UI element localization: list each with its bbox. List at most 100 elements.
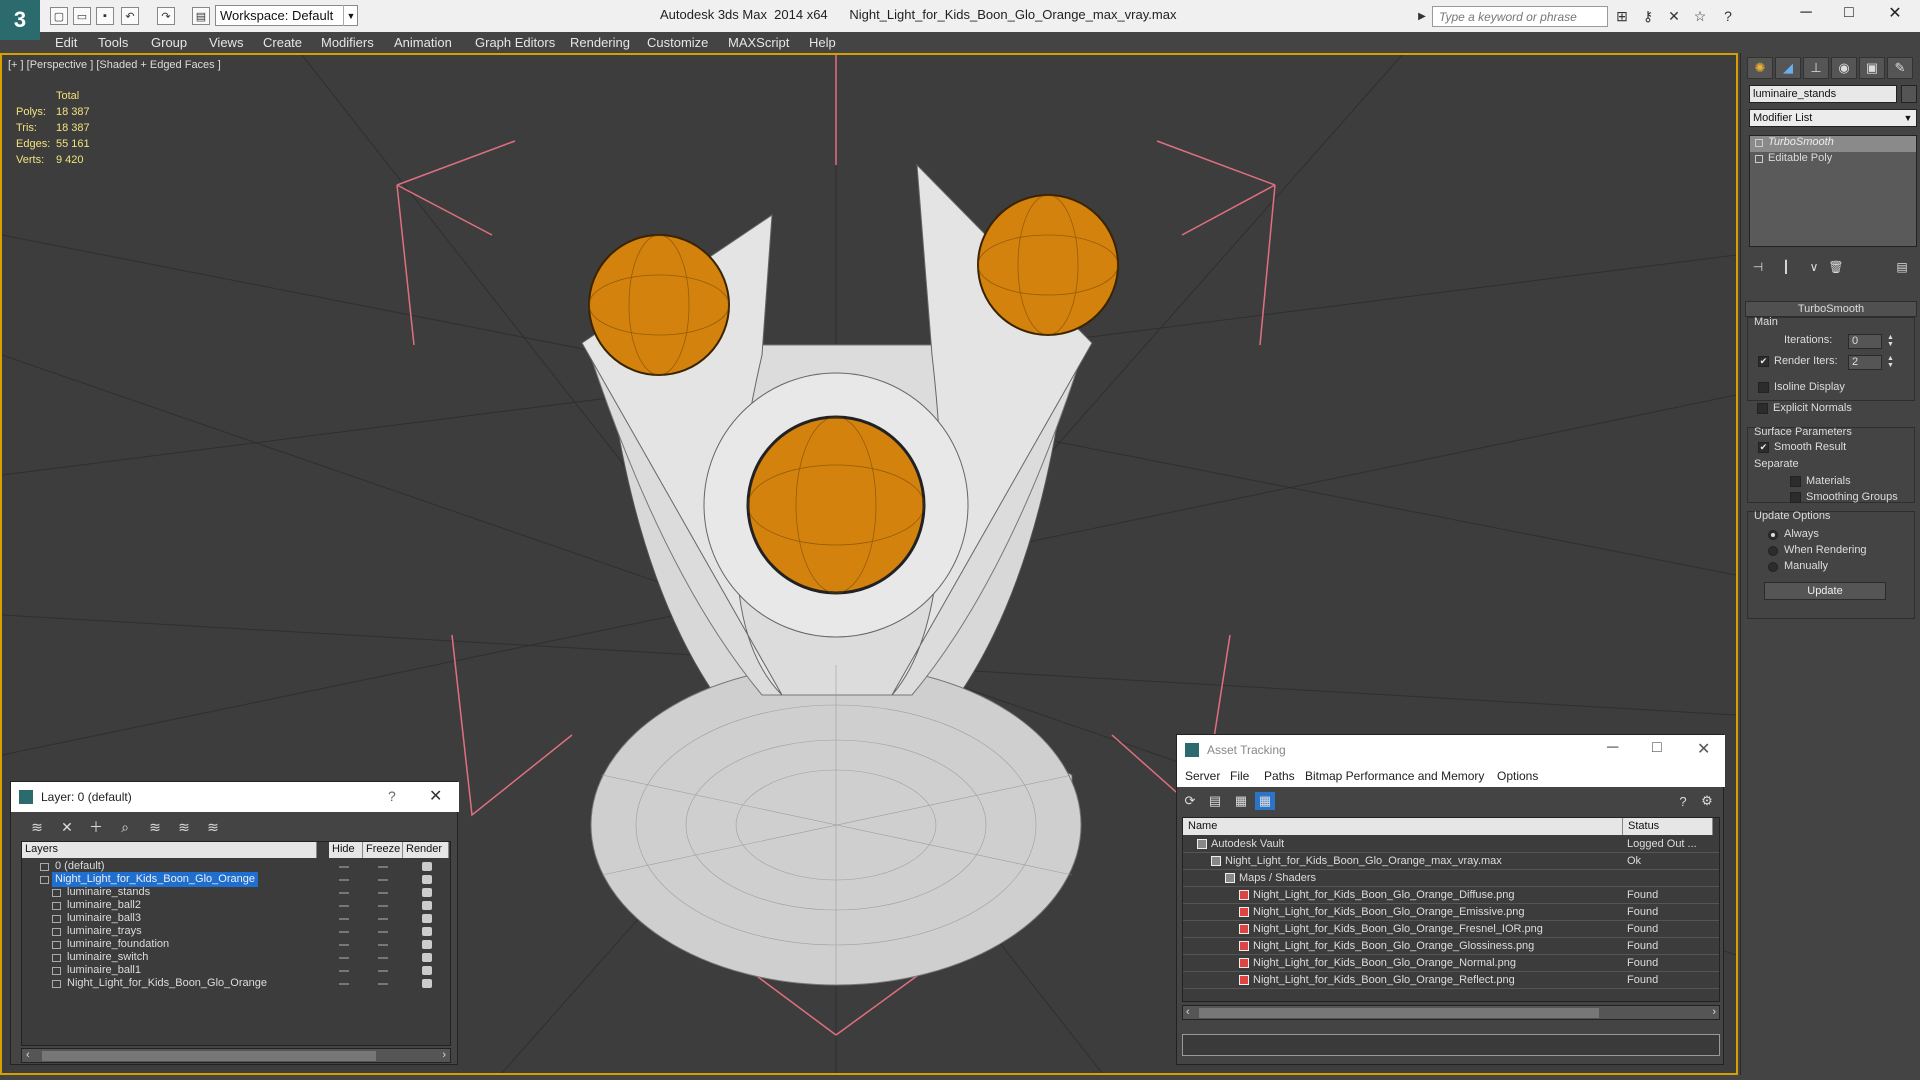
horizontal-scrollbar[interactable]: ‹ ›	[21, 1048, 451, 1063]
help-icon[interactable]: ?	[1718, 7, 1738, 25]
hide-toggle[interactable]	[339, 918, 349, 920]
asset-name[interactable]: Night_Light_for_Kids_Boon_Glo_Orange_Ref…	[1253, 974, 1515, 986]
scroll-right-icon[interactable]: ›	[442, 1049, 446, 1061]
render-teapot-icon[interactable]	[422, 953, 432, 962]
asset-name[interactable]: Night_Light_for_Kids_Boon_Glo_Orange_Fre…	[1253, 923, 1543, 935]
save-icon[interactable]: ▪	[96, 7, 114, 25]
layer-row[interactable]: Night_Light_for_Kids_Boon_Glo_Orange	[22, 976, 450, 992]
freeze-toggle[interactable]	[378, 957, 388, 959]
asset-menu-file[interactable]: File	[1230, 769, 1249, 783]
delete-layer-icon[interactable]: ✕	[57, 818, 77, 836]
layers-icon[interactable]: ≋	[27, 818, 47, 836]
col-freeze[interactable]: Freeze	[363, 842, 403, 858]
project-folder-icon[interactable]: ▤	[192, 7, 210, 25]
create-tab-icon[interactable]: ✺	[1747, 57, 1773, 79]
stack-item-turbosmooth[interactable]: TurboSmooth	[1750, 136, 1916, 152]
horizontal-scrollbar[interactable]: ‹ ›	[1182, 1005, 1720, 1020]
menu-maxscript[interactable]: MAXScript	[728, 35, 789, 50]
hide-toggle[interactable]	[339, 931, 349, 933]
hide-toggle[interactable]	[339, 970, 349, 972]
render-teapot-icon[interactable]	[422, 966, 432, 975]
asset-menu-options[interactable]: Options	[1497, 769, 1538, 783]
iterations-spinner[interactable]: 0	[1848, 334, 1882, 349]
list-view-icon[interactable]: ▤	[1205, 792, 1225, 810]
refresh-icon[interactable]: ⟳	[1180, 792, 1200, 810]
menu-graph-editors[interactable]: Graph Editors	[475, 35, 555, 50]
search-input[interactable]: Type a keyword or phrase	[1432, 6, 1608, 27]
scroll-thumb[interactable]	[42, 1051, 376, 1061]
freeze-toggle[interactable]	[378, 983, 388, 985]
expand-icon[interactable]	[1755, 155, 1763, 163]
hide-toggle[interactable]	[339, 905, 349, 907]
add-to-layer-icon[interactable]: ＋	[86, 818, 106, 836]
menu-help[interactable]: Help	[809, 35, 836, 50]
show-end-result-icon[interactable]: ┃	[1775, 257, 1797, 277]
star-icon[interactable]: ☆	[1690, 7, 1710, 25]
col-name[interactable]: Name	[1183, 818, 1623, 835]
freeze-toggle[interactable]	[378, 931, 388, 933]
freeze-toggle[interactable]	[378, 970, 388, 972]
render-teapot-icon[interactable]	[422, 927, 432, 936]
render-teapot-icon[interactable]	[422, 914, 432, 923]
help-icon[interactable]: ?	[388, 788, 396, 804]
asset-menu-bitmap[interactable]: Bitmap Performance and Memory	[1305, 769, 1484, 783]
settings-icon[interactable]: ⚙	[1697, 792, 1717, 810]
highlight-layer-icon[interactable]: ≋	[145, 818, 165, 836]
help-icon[interactable]: ?	[1673, 792, 1693, 810]
smooth-result-checkbox[interactable]: ✔	[1758, 442, 1769, 453]
menu-views[interactable]: Views	[209, 35, 243, 50]
update-button[interactable]: Update	[1764, 582, 1886, 600]
render-iters-checkbox[interactable]: ✔	[1758, 356, 1769, 367]
hide-toggle[interactable]	[339, 892, 349, 894]
close-icon[interactable]: ✕	[429, 786, 442, 806]
key-icon[interactable]: ⚷	[1638, 7, 1658, 25]
smoothing-groups-checkbox[interactable]	[1790, 492, 1801, 503]
modifier-stack[interactable]: TurboSmooth Editable Poly	[1749, 135, 1917, 247]
asset-menu-server[interactable]: Server	[1185, 769, 1220, 783]
asset-row[interactable]: Maps / Shaders	[1183, 870, 1719, 887]
lightbulb-icon[interactable]	[1755, 139, 1763, 147]
remove-modifier-icon[interactable]: 🗑	[1825, 257, 1847, 277]
hierarchy-tab-icon[interactable]: ⊥	[1803, 57, 1829, 79]
col-layers[interactable]: Layers	[22, 842, 317, 858]
render-teapot-icon[interactable]	[422, 888, 432, 897]
asset-row[interactable]: Night_Light_for_Kids_Boon_Glo_Orange_Fre…	[1183, 921, 1719, 938]
viewport-label[interactable]: [+ ] [Perspective ] [Shaded + Edged Face…	[8, 59, 221, 71]
render-teapot-icon[interactable]	[422, 875, 432, 884]
asset-row[interactable]: Night_Light_for_Kids_Boon_Glo_Orange_max…	[1183, 853, 1719, 870]
freeze-toggle[interactable]	[378, 944, 388, 946]
menu-rendering[interactable]: Rendering	[570, 35, 630, 50]
asset-name[interactable]: Autodesk Vault	[1211, 838, 1284, 850]
render-teapot-icon[interactable]	[422, 862, 432, 871]
col-hide[interactable]: Hide	[329, 842, 363, 858]
asset-name[interactable]: Night_Light_for_Kids_Boon_Glo_Orange_max…	[1225, 855, 1502, 867]
render-teapot-icon[interactable]	[422, 901, 432, 910]
isoline-checkbox[interactable]	[1758, 382, 1769, 393]
asset-row[interactable]: Autodesk Vault Logged Out ...	[1183, 836, 1719, 853]
configure-modifier-sets-icon[interactable]: ▤	[1891, 257, 1913, 277]
asset-row[interactable]: Night_Light_for_Kids_Boon_Glo_Orange_Nor…	[1183, 955, 1719, 972]
menu-group[interactable]: Group	[151, 35, 187, 50]
materials-checkbox[interactable]	[1790, 476, 1801, 487]
table-view-icon[interactable]: ▦	[1255, 792, 1275, 810]
hide-toggle[interactable]	[339, 866, 349, 868]
maximize-icon[interactable]: □	[1652, 739, 1662, 757]
asset-name[interactable]: Maps / Shaders	[1239, 872, 1316, 884]
asset-path-field[interactable]	[1182, 1034, 1720, 1056]
object-color-swatch[interactable]	[1901, 85, 1917, 103]
freeze-toggle[interactable]	[378, 918, 388, 920]
stack-item-editable-poly[interactable]: Editable Poly	[1750, 152, 1916, 168]
menu-animation[interactable]: Animation	[394, 35, 452, 50]
when-rendering-radio[interactable]	[1768, 546, 1778, 556]
freeze-layers-icon[interactable]: ≋	[203, 818, 223, 836]
undo-icon[interactable]: ↶	[121, 7, 139, 25]
close-icon[interactable]: ✕	[1697, 739, 1710, 759]
explicit-normals-checkbox[interactable]	[1757, 403, 1768, 414]
asset-menu-paths[interactable]: Paths	[1264, 769, 1295, 783]
freeze-toggle[interactable]	[378, 879, 388, 881]
hide-toggle[interactable]	[339, 957, 349, 959]
scroll-thumb[interactable]	[1199, 1008, 1599, 1018]
exchange-icon[interactable]: ✕	[1664, 7, 1684, 25]
render-teapot-icon[interactable]	[422, 979, 432, 988]
scroll-right-icon[interactable]: ›	[1712, 1006, 1716, 1018]
